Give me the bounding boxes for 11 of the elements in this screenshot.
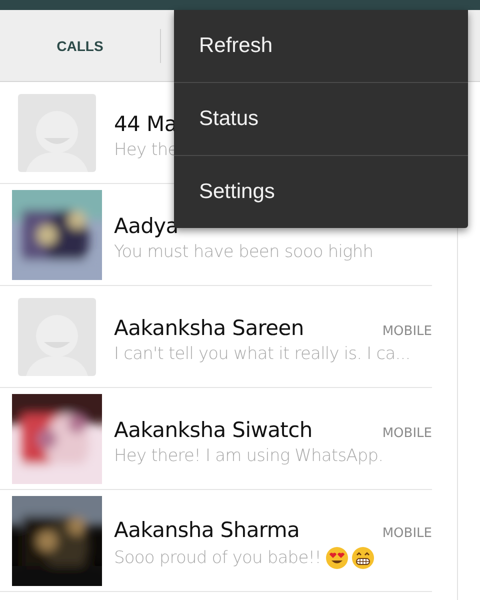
contact-name: Aadya — [114, 214, 178, 238]
contact-status: You must have been sooo highh — [114, 242, 374, 262]
phone-type-label: MOBILE — [382, 324, 432, 338]
contact-status: I can't tell you what it really is. I ca... — [114, 344, 410, 364]
contact-name: Aakanksha Siwatch — [114, 418, 312, 442]
contact-status: Sooo proud of you babe!! — [114, 548, 322, 568]
contact-status: Hey there! I am using WhatsApp. — [114, 446, 384, 466]
contact-name: Aakanksha Sareen — [114, 316, 304, 340]
phone-type-label: MOBILE — [382, 426, 432, 440]
phone-type-label: MOBILE — [382, 526, 432, 540]
contact-name: Aakansha Sharma — [114, 518, 300, 542]
